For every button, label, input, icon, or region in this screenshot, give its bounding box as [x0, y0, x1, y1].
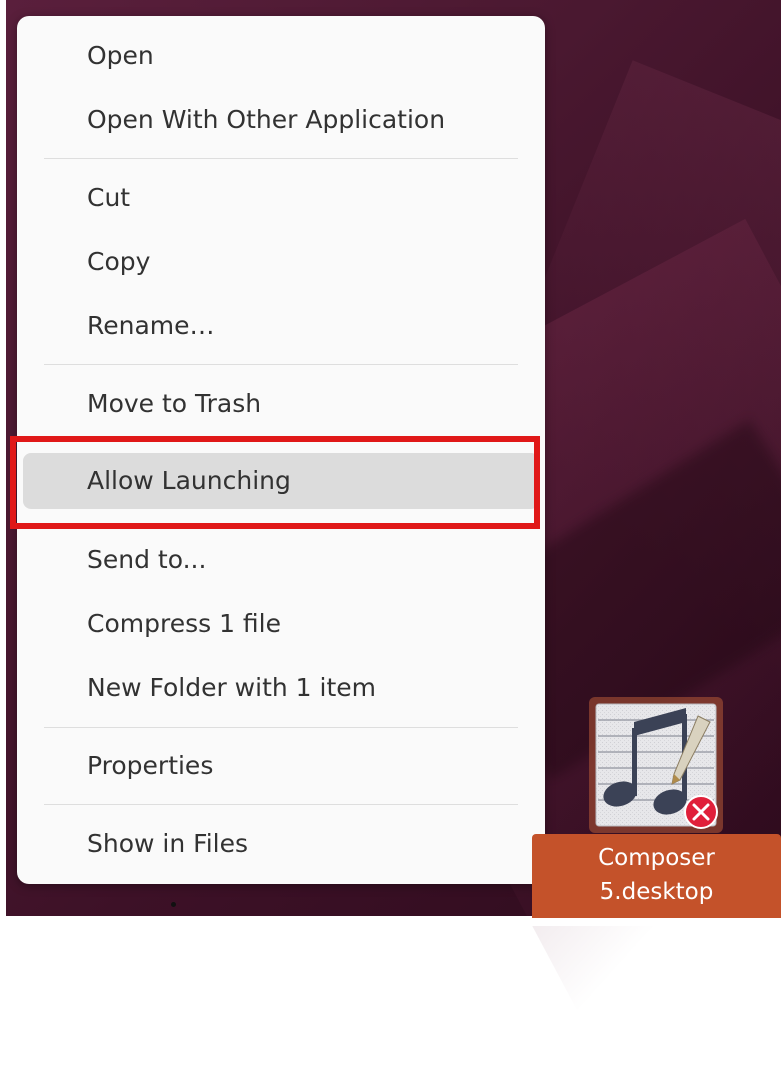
menu-item-copy[interactable]: Copy — [23, 234, 539, 290]
menu-separator — [44, 158, 518, 159]
annotation-highlight-box — [10, 436, 540, 529]
menu-item-move-to-trash[interactable]: Move to Trash — [23, 376, 539, 432]
menu-item-send-to[interactable]: Send to... — [23, 532, 539, 588]
menu-item-cut[interactable]: Cut — [23, 170, 539, 226]
menu-item-show-in-files[interactable]: Show in Files — [23, 816, 539, 872]
desktop-icon-composer[interactable]: Composer 5.desktop — [532, 696, 781, 918]
desktop-icon-label: Composer 5.desktop — [532, 834, 781, 918]
menu-item-compress[interactable]: Compress 1 file — [23, 596, 539, 652]
cursor-dot — [171, 902, 176, 907]
menu-item-open[interactable]: Open — [23, 28, 539, 84]
menu-separator — [44, 804, 518, 805]
screenshot-border-left — [0, 0, 6, 926]
menu-separator — [44, 364, 518, 365]
menu-item-properties[interactable]: Properties — [23, 738, 539, 794]
desktop-icon-name-line2: 5.desktop — [599, 879, 714, 905]
desktop-icon-name-line1: Composer — [598, 845, 715, 871]
menu-item-rename[interactable]: Rename… — [23, 298, 539, 354]
menu-item-new-folder-with-item[interactable]: New Folder with 1 item — [23, 660, 539, 716]
menu-separator — [44, 727, 518, 728]
menu-item-open-with-other-application[interactable]: Open With Other Application — [23, 92, 539, 148]
untrusted-x-badge-icon — [684, 795, 718, 829]
